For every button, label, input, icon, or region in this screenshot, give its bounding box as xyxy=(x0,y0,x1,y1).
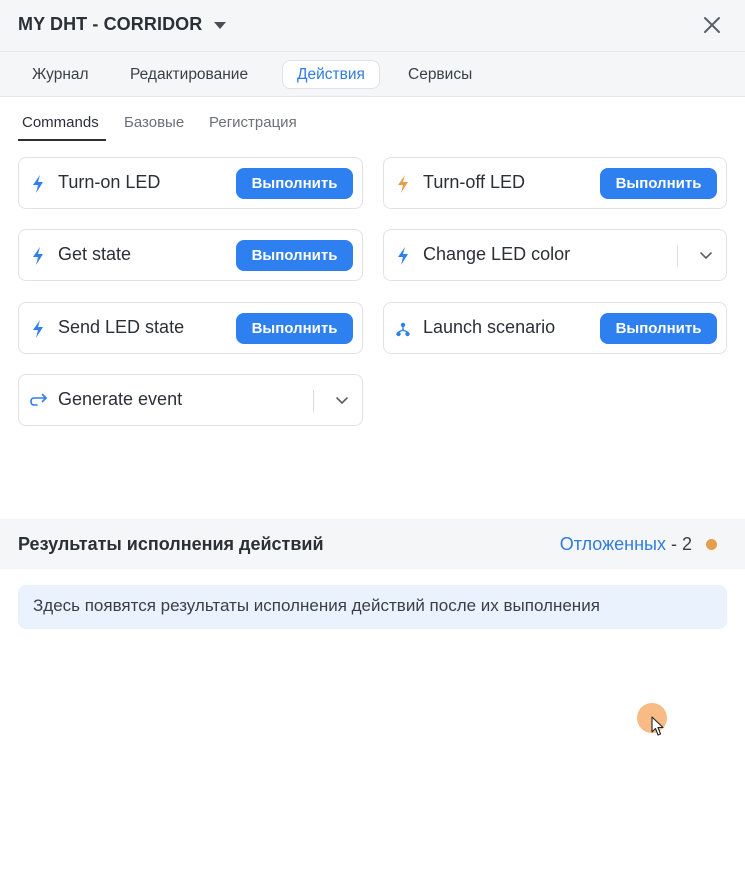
mouse-cursor-icon xyxy=(651,716,664,736)
bolt-icon xyxy=(33,320,43,338)
results-header: Результаты исполнения действий Отложенны… xyxy=(0,519,745,569)
run-button[interactable]: Выполнить xyxy=(600,168,717,199)
chevron-down-icon[interactable] xyxy=(334,392,350,408)
device-title-selector[interactable]: MY DHT - CORRIDOR xyxy=(18,14,227,35)
tab-editing[interactable]: Редактирование xyxy=(116,60,262,89)
scenario-icon xyxy=(396,322,410,337)
tab-services[interactable]: Сервисы xyxy=(394,60,486,89)
command-card-turn-on-led: Turn-on LED Выполнить xyxy=(18,157,363,209)
device-title: MY DHT - CORRIDOR xyxy=(18,14,203,34)
command-card-launch-scenario: Launch scenario Выполнить xyxy=(383,302,727,354)
run-button[interactable]: Выполнить xyxy=(236,313,353,344)
command-label: Get state xyxy=(58,244,132,264)
command-label: Turn-on LED xyxy=(58,172,161,192)
command-card-generate-event[interactable]: Generate event xyxy=(18,374,363,426)
bolt-icon xyxy=(398,247,408,265)
run-button[interactable]: Выполнить xyxy=(236,240,353,271)
command-label: Launch scenario xyxy=(423,317,556,337)
subtab-registration[interactable]: Регистрация xyxy=(209,114,297,131)
command-label: Turn-off LED xyxy=(423,172,526,192)
bolt-icon xyxy=(33,247,43,265)
caret-down-icon[interactable] xyxy=(214,22,227,29)
command-label: Generate event xyxy=(58,389,183,409)
command-card-change-led-color[interactable]: Change LED color xyxy=(383,229,727,281)
postponed-link[interactable]: Отложенных xyxy=(560,534,666,554)
command-card-get-state: Get state Выполнить xyxy=(18,229,363,281)
chevron-down-icon[interactable] xyxy=(698,247,714,263)
run-button[interactable]: Выполнить xyxy=(600,313,717,344)
command-card-turn-off-led: Turn-off LED Выполнить xyxy=(383,157,727,209)
main-tabs: Журнал Редактирование Действия Сервисы xyxy=(0,52,745,97)
tab-actions[interactable]: Действия xyxy=(282,60,380,89)
active-subtab-indicator xyxy=(18,139,106,141)
subtab-commands[interactable]: Commands xyxy=(22,114,99,131)
bolt-icon xyxy=(398,175,408,193)
subtab-basic[interactable]: Базовые xyxy=(124,114,184,131)
command-card-send-led-state: Send LED state Выполнить xyxy=(18,302,363,354)
bolt-icon xyxy=(33,175,43,193)
postponed-counter: Отложенных - 2 xyxy=(560,534,692,555)
results-title: Результаты исполнения действий xyxy=(18,534,324,554)
window-header: MY DHT - CORRIDOR xyxy=(0,0,745,52)
command-label: Change LED color xyxy=(423,244,571,264)
divider xyxy=(313,390,314,412)
tab-journal[interactable]: Журнал xyxy=(18,60,103,89)
postponed-count: - 2 xyxy=(665,534,692,554)
run-button[interactable]: Выполнить xyxy=(236,168,353,199)
divider xyxy=(677,245,678,267)
command-label: Send LED state xyxy=(58,317,185,337)
close-icon[interactable] xyxy=(701,14,723,36)
results-empty-message: Здесь появятся результаты исполнения дей… xyxy=(18,585,727,629)
status-dot xyxy=(706,539,717,550)
redirect-arrow-icon xyxy=(30,393,47,406)
